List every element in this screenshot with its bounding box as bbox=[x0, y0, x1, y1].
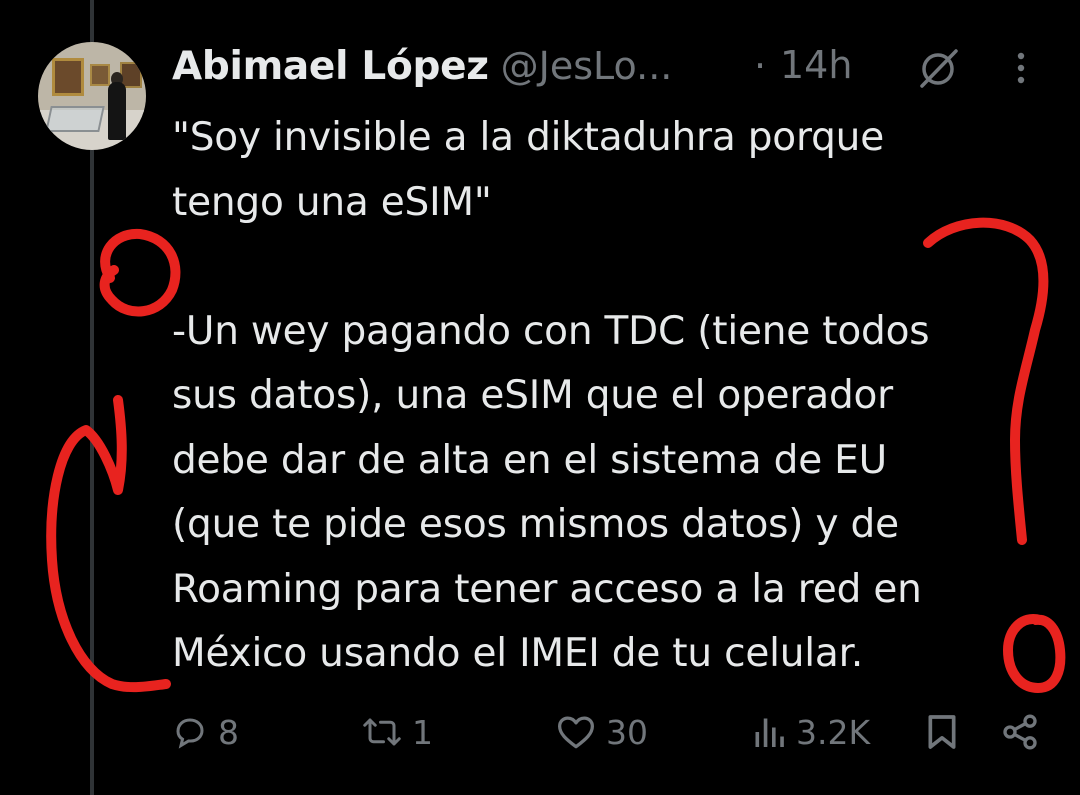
display-name[interactable]: Abimael López bbox=[172, 44, 489, 89]
like-icon bbox=[558, 716, 594, 749]
like-button[interactable]: 30 bbox=[556, 704, 648, 760]
repost-icon bbox=[363, 718, 401, 746]
avatar[interactable] bbox=[38, 42, 146, 150]
views-icon bbox=[755, 718, 784, 747]
bookmark-button[interactable] bbox=[922, 704, 962, 760]
share-icon bbox=[1003, 714, 1037, 750]
like-count: 30 bbox=[606, 712, 648, 752]
views-button[interactable]: 3.2K bbox=[752, 704, 870, 760]
header-separator: · bbox=[754, 44, 767, 88]
tweet-header: Abimael López @JesLo... bbox=[172, 38, 672, 94]
tweet-timestamp[interactable]: 14h bbox=[780, 43, 852, 87]
red-circle-annotation bbox=[99, 228, 181, 317]
red-curve-annotation bbox=[46, 395, 171, 693]
more-options-icon[interactable] bbox=[1012, 48, 1030, 88]
reply-count: 8 bbox=[218, 712, 239, 752]
share-button[interactable] bbox=[1000, 704, 1040, 760]
user-handle[interactable]: @JesLo... bbox=[501, 44, 673, 88]
reply-button[interactable]: 8 bbox=[172, 704, 239, 760]
repost-button[interactable]: 1 bbox=[362, 704, 433, 760]
tweet-text: "Soy invisible a la diktaduhra porque te… bbox=[172, 115, 930, 676]
reply-icon bbox=[176, 718, 204, 749]
bookmark-icon bbox=[928, 715, 956, 749]
tweet-actions-bar: 8 1 30 3.2K bbox=[0, 704, 1080, 760]
grok-icon[interactable] bbox=[916, 48, 962, 88]
repost-count: 1 bbox=[412, 712, 433, 752]
views-count: 3.2K bbox=[796, 712, 871, 752]
